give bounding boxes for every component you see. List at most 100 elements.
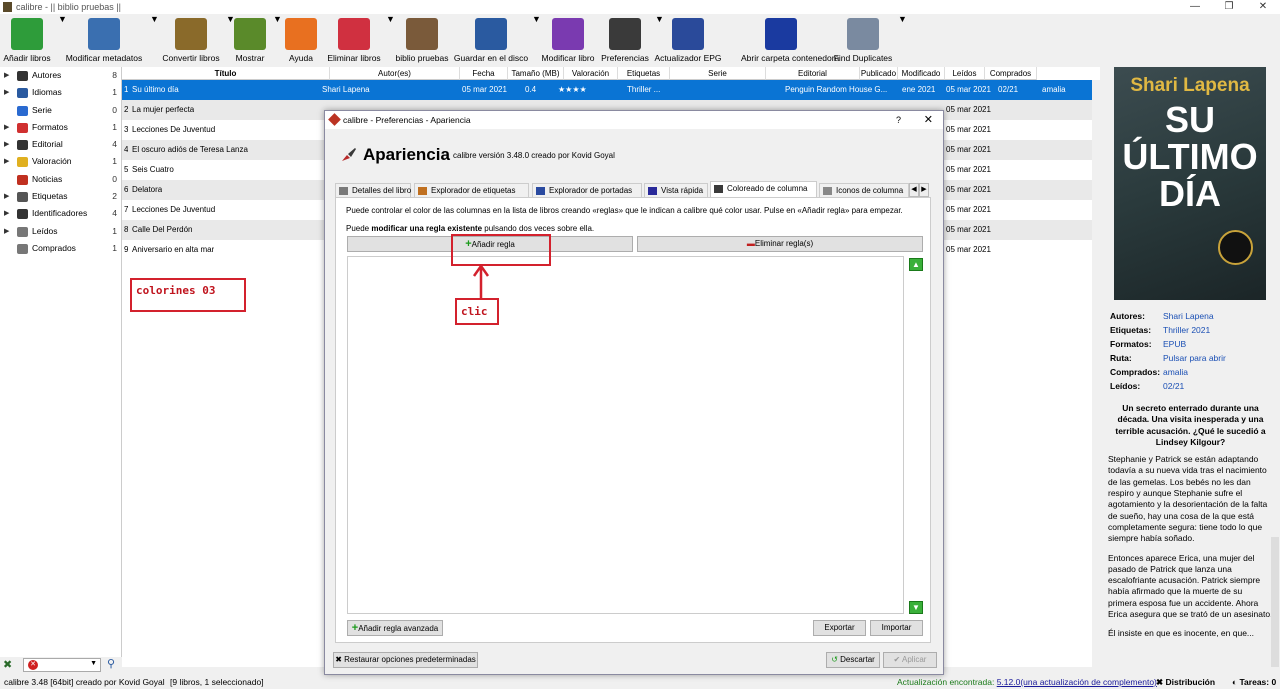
expand-icon[interactable]: ▶ [4,205,9,222]
tasks-spinner-icon: ◐ [1232,677,1240,687]
restore-icon[interactable]: ❐ [1212,0,1246,14]
clic-annotation-box: clic [455,298,499,325]
tab-coloreado-de-columna[interactable]: Coloreado de columna [710,181,817,197]
tasks-label[interactable]: ◐ Tareas: 0 [1232,676,1276,689]
tab-explorador-de-etiquetas[interactable]: Explorador de etiquetas [414,183,529,197]
tag-browser-item-10[interactable]: Comprados 1 [0,240,121,257]
help-icon[interactable]: ? [896,111,901,129]
tag-browser-item-9[interactable]: ▶ Leídos 1 [0,223,121,240]
column-header[interactable]: Título [122,67,330,80]
expand-icon[interactable]: ▶ [4,153,9,170]
tag-browser-item-6[interactable]: Noticias 0 [0,171,121,188]
tweak-icon[interactable]: ✖ [3,658,12,671]
column-header[interactable]: Autor(es) [330,67,460,80]
rules-list[interactable] [347,256,904,614]
tag-browser-item-7[interactable]: ▶ Etiquetas 2 [0,188,121,205]
column-header[interactable]: Leídos [945,67,985,80]
save-button[interactable]: Guardar en el disco [451,18,531,63]
column-header[interactable]: Comprados [985,67,1037,80]
detail-value[interactable]: 02/21 [1163,381,1184,391]
detail-value[interactable]: amalia [1163,367,1188,377]
dropdown-arrow-icon[interactable]: ▼ [386,14,395,24]
dropdown-icon[interactable]: ▼ [90,660,97,667]
tag-category-label: Valoración [32,156,72,167]
minimize-icon[interactable]: — [1178,0,1212,14]
column-header[interactable]: Publicado [860,67,898,80]
tag-browser-item-8[interactable]: ▶ Identificadores 4 [0,205,121,222]
distribution-label[interactable]: ✖ Distribución [1156,676,1215,689]
column-header[interactable]: Tamaño (MB) [508,67,564,80]
news-icon [17,174,28,185]
apply-button[interactable]: ✔ Aplicar [883,652,937,668]
tab-label: Vista rápida [661,186,704,195]
dropdown-arrow-icon[interactable]: ▼ [273,14,282,24]
dropdown-arrow-icon[interactable]: ▼ [226,14,235,24]
expand-icon[interactable]: ▶ [4,84,9,101]
dropdown-arrow-icon[interactable]: ▼ [655,14,664,24]
remove-rule-button[interactable]: ▬Eliminar regla(s) [637,236,923,252]
tag-browser-item-0[interactable]: ▶ Autores 8 [0,67,121,84]
tab-iconos-de-columna[interactable]: Iconos de columna [819,183,909,197]
tag-browser-item-5[interactable]: ▶ Valoración 1 [0,153,121,170]
edit-metadata-button[interactable]: Modificar metadatos [64,18,144,63]
tag-browser-item-4[interactable]: ▶ Editorial 4 [0,136,121,153]
close-dialog-icon[interactable]: ✕ [924,111,933,129]
tab-icon [536,187,545,195]
book-cover[interactable]: Shari Lapena SU ÚLTIMO DÍA [1114,67,1266,300]
book-list-scrollbar[interactable] [1092,80,1100,667]
tab-label: Coloreado de columna [727,184,808,193]
expand-icon[interactable]: ▶ [4,119,9,136]
search-icon[interactable]: ⚲ [107,657,115,670]
expand-icon[interactable]: ▶ [4,188,9,205]
add-books-button[interactable]: Añadir libros [0,18,67,63]
column-header[interactable]: Editorial [766,67,860,80]
book-row[interactable]: 1 Su último día Shari Lapena 05 mar 2021 0.4… [122,80,1100,100]
add-advanced-rule-button[interactable]: +Añadir regla avanzada [347,620,443,636]
dropdown-arrow-icon[interactable]: ▼ [150,14,159,24]
import-button[interactable]: Importar [870,620,923,636]
column-header[interactable]: Serie [670,67,766,80]
languages-icon [17,88,28,99]
column-header[interactable]: Valoración [564,67,618,80]
folder-button[interactable]: Abrir carpeta contenedora [741,18,839,63]
column-header[interactable]: Modificado [898,67,945,80]
export-button[interactable]: Exportar [813,620,866,636]
expand-icon[interactable]: ▶ [4,223,9,240]
restore-defaults-button[interactable]: ✖ Restaurar opciones predeterminadas [333,652,478,668]
details-scrollbar[interactable] [1271,537,1279,667]
restore-icon: ✖ [335,655,345,664]
detail-value[interactable]: Shari Lapena [1163,311,1214,321]
tag-browser-item-2[interactable]: Serie 0 [0,102,121,119]
dropdown-arrow-icon[interactable]: ▼ [58,14,67,24]
move-up-icon[interactable]: ▲ [909,258,923,271]
find-duplicates-button[interactable]: Find Duplicates [823,18,903,63]
search-input[interactable]: ✕ ▼ [23,658,101,672]
tabs-scroll-left[interactable]: ◀ [909,183,919,197]
epg-button[interactable]: Actualizador EPG [648,18,728,63]
library-button[interactable]: biblio pruebas [382,18,462,63]
expand-icon[interactable]: ▶ [4,136,9,153]
tag-browser-item-3[interactable]: ▶ Formatos 1 [0,119,121,136]
cell-modified: 05 mar 2021 [946,85,991,94]
expand-icon[interactable]: ▶ [4,67,9,84]
update-link[interactable]: 5.12.0(una actualización de complemento) [997,677,1157,687]
detail-value[interactable]: Thriller 2021 [1163,325,1210,335]
move-down-icon[interactable]: ▼ [909,601,923,614]
tab-vista-r-pida[interactable]: Vista rápida [644,183,708,197]
dropdown-arrow-icon[interactable]: ▼ [532,14,541,24]
dropdown-arrow-icon[interactable]: ▼ [898,14,907,24]
tabs-scroll-right[interactable]: ▶ [919,183,929,197]
detail-value[interactable]: EPUB [1163,339,1186,349]
tab-explorador-de-portadas[interactable]: Explorador de portadas [532,183,642,197]
row-number: 3 [124,125,129,134]
column-header[interactable]: Etiquetas [618,67,670,80]
column-header[interactable]: Fecha [460,67,508,80]
tab-detalles-del-libro[interactable]: Detalles del libro [335,183,411,197]
clear-search-icon[interactable]: ✕ [28,660,38,670]
status-book-count: [9 libros, 1 seleccionado] [170,677,264,687]
close-icon[interactable]: ✕ [1246,0,1280,14]
detail-row: Ruta: Pulsar para abrir [1110,353,1275,367]
detail-value[interactable]: Pulsar para abrir [1163,353,1226,363]
discard-button[interactable]: ↺ Descartar [826,652,880,668]
tag-browser-item-1[interactable]: ▶ Idiomas 1 [0,84,121,101]
